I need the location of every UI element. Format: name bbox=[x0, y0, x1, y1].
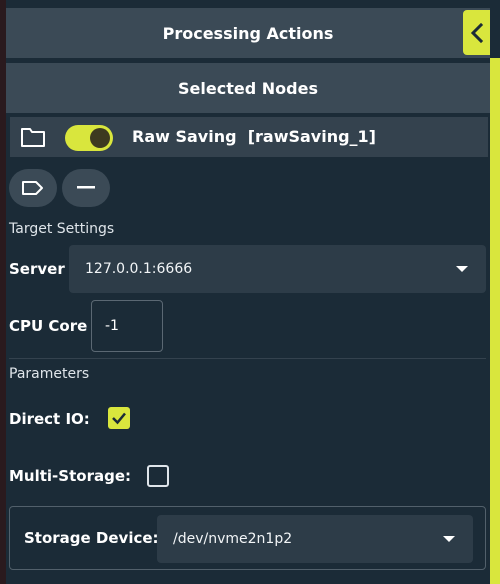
direct-io-label: Direct IO: bbox=[9, 410, 90, 428]
dropdown-caret-icon bbox=[443, 536, 455, 542]
right-accent-strip bbox=[490, 58, 500, 584]
chevron-left-icon bbox=[470, 22, 483, 43]
server-label: Server bbox=[9, 260, 65, 278]
panel-header: Processing Actions bbox=[6, 8, 490, 58]
direct-io-checkbox[interactable] bbox=[108, 407, 130, 429]
node-title: Raw Saving [rawSaving_1] bbox=[132, 127, 376, 146]
dropdown-caret-icon bbox=[456, 266, 468, 272]
cpu-core-input[interactable]: -1 bbox=[91, 300, 163, 352]
storage-device-value: /dev/nvme2n1p2 bbox=[173, 531, 293, 547]
storage-device-select[interactable]: /dev/nvme2n1p2 bbox=[157, 515, 473, 563]
storage-device-label: Storage Device: bbox=[24, 529, 159, 547]
minus-icon bbox=[77, 186, 95, 189]
target-settings-label: Target Settings bbox=[9, 221, 115, 237]
right-edge-top bbox=[490, 0, 500, 58]
panel-title: Processing Actions bbox=[162, 23, 334, 43]
server-value: 127.0.0.1:6666 bbox=[85, 261, 193, 277]
multi-storage-checkbox[interactable] bbox=[147, 465, 169, 487]
storage-device-group: Storage Device: /dev/nvme2n1p2 bbox=[9, 506, 486, 570]
cpu-core-label: CPU Core bbox=[9, 317, 88, 335]
collapse-panel-button[interactable] bbox=[463, 10, 490, 55]
selected-nodes-title: Selected Nodes bbox=[178, 78, 318, 98]
tag-button[interactable] bbox=[9, 169, 57, 207]
node-enabled-toggle[interactable] bbox=[65, 125, 113, 151]
remove-button[interactable] bbox=[62, 169, 110, 207]
server-select[interactable]: 127.0.0.1:6666 bbox=[69, 245, 486, 293]
tag-icon bbox=[22, 181, 43, 195]
multi-storage-label: Multi-Storage: bbox=[9, 467, 131, 485]
toggle-knob bbox=[90, 128, 110, 148]
checkmark-icon bbox=[112, 412, 126, 425]
folder-icon[interactable] bbox=[20, 124, 46, 150]
section-divider bbox=[9, 358, 486, 359]
selected-nodes-header: Selected Nodes bbox=[6, 63, 490, 113]
node-row: Raw Saving [rawSaving_1] bbox=[10, 117, 488, 157]
parameters-label: Parameters bbox=[9, 366, 90, 382]
cpu-core-value: -1 bbox=[105, 318, 119, 334]
